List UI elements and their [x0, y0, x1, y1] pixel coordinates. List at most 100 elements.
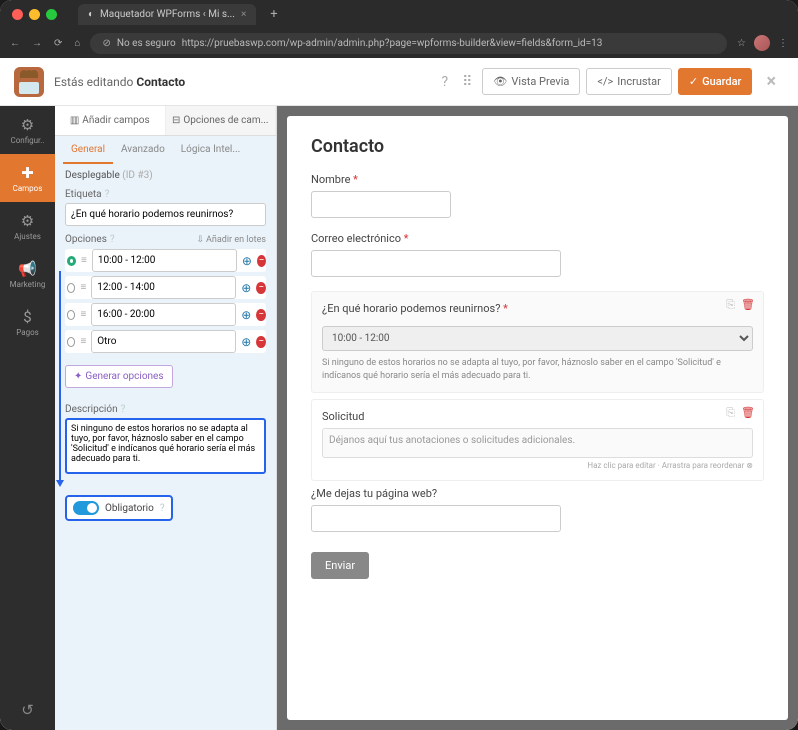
new-tab-button[interactable]: +	[270, 7, 277, 22]
delete-icon[interactable]: 🗑	[741, 298, 755, 312]
app-header: Estás editando Contacto ? ⠿ 👁Vista Previ…	[0, 58, 798, 106]
wpforms-logo[interactable]	[14, 67, 44, 97]
code-icon: </>	[597, 75, 613, 88]
form-name: Contacto	[136, 75, 185, 89]
form-title[interactable]: Contacto	[311, 136, 764, 157]
request-textarea[interactable]: Déjanos aquí tus anotaciones o solicitud…	[322, 428, 753, 458]
add-option-icon[interactable]: ⊕	[242, 254, 252, 268]
option-default-radio[interactable]	[67, 310, 75, 320]
help-icon[interactable]: ?	[105, 189, 110, 200]
subtab-advanced[interactable]: Avanzado	[113, 136, 173, 164]
tab-title: Maquetador WPForms ‹ Mi s...	[100, 9, 235, 20]
add-option-icon[interactable]: ⊕	[241, 281, 251, 295]
request-label: Solicitud	[322, 410, 753, 423]
preview-field-name[interactable]: Nombre *	[311, 173, 764, 218]
browser-tab[interactable]: ◐ Maquetador WPForms ‹ Mi s... ×	[78, 4, 256, 25]
window-close[interactable]	[12, 9, 23, 20]
option-input[interactable]	[91, 276, 236, 299]
add-option-icon[interactable]: ⊕	[241, 308, 251, 322]
security-label: No es seguro	[117, 38, 176, 49]
sidebar-item-payments[interactable]: $Pagos	[0, 298, 55, 346]
schedule-label: ¿En qué horario podemos reunirnos? *	[322, 302, 753, 315]
label-label: Etiqueta?	[65, 189, 266, 200]
label-input[interactable]	[65, 203, 266, 226]
field-options-panel: ▥Añadir campos ⊟Opciones de cam... Gener…	[55, 106, 277, 730]
drag-icon[interactable]: ≡	[81, 255, 87, 266]
drag-icon[interactable]: ≡	[80, 309, 86, 320]
schedule-select[interactable]: 10:00 - 12:00	[322, 326, 753, 351]
tab-favicon: ◐	[88, 9, 94, 20]
lock-unsafe-icon: ⊘	[102, 38, 110, 49]
duplicate-icon[interactable]: ⎘	[726, 406, 735, 420]
dismiss-icon[interactable]: ⊗	[746, 461, 753, 470]
option-default-radio[interactable]	[67, 337, 75, 347]
web-input[interactable]	[311, 505, 561, 532]
remove-option-icon[interactable]: −	[256, 336, 266, 348]
browser-menu-icon[interactable]: ⋮	[778, 38, 788, 49]
check-icon: ✓	[689, 75, 698, 88]
option-default-radio[interactable]	[67, 256, 76, 266]
remove-option-icon[interactable]: −	[256, 309, 266, 321]
drag-icon[interactable]: ≡	[80, 336, 86, 347]
option-input[interactable]	[91, 330, 236, 353]
editing-text: Estás editando Contacto	[54, 75, 185, 89]
option-default-radio[interactable]	[67, 283, 75, 293]
save-button[interactable]: ✓Guardar	[678, 68, 753, 95]
sparkle-icon: ✦	[74, 371, 82, 382]
subtab-general[interactable]: General	[63, 136, 113, 164]
nav-sidebar: ⚙Configur.. ✚Campos ⚙Ajustes 📢Marketing …	[0, 106, 55, 730]
bulk-add-button[interactable]: ⇩Añadir en lotes	[197, 235, 267, 245]
generate-options-button[interactable]: ✦Generar opciones	[65, 365, 173, 388]
email-input[interactable]	[311, 250, 561, 277]
preview-field-web[interactable]: ¿Me dejas tu página web?	[311, 487, 764, 532]
subtab-logic[interactable]: Lógica Intel...	[173, 136, 248, 164]
tab-field-options[interactable]: ⊟Opciones de cam...	[166, 106, 277, 135]
window-minimize[interactable]	[29, 9, 40, 20]
help-icon[interactable]: ?	[110, 234, 115, 245]
close-builder-icon[interactable]: ×	[758, 67, 784, 96]
drag-icon[interactable]: ≡	[80, 282, 86, 293]
delete-icon[interactable]: 🗑	[741, 406, 755, 420]
profile-avatar[interactable]	[754, 35, 770, 51]
duplicate-icon[interactable]: ⎘	[726, 298, 735, 312]
sidebar-item-fields[interactable]: ✚Campos	[0, 154, 55, 202]
bookmark-icon[interactable]: ☆	[737, 38, 746, 49]
sidebar-item-marketing[interactable]: 📢Marketing	[0, 250, 55, 298]
name-label: Nombre *	[311, 173, 764, 186]
url-input[interactable]: ⊘ No es seguro https://pruebaswp.com/wp-…	[90, 33, 727, 54]
window-zoom[interactable]	[46, 9, 57, 20]
sidebar-item-settings[interactable]: ⚙Ajustes	[0, 202, 55, 250]
option-input[interactable]	[92, 249, 237, 272]
option-row: ≡ ⊕−	[65, 303, 266, 326]
required-toggle-row[interactable]: Obligatorio ?	[65, 495, 173, 521]
grid-icon[interactable]: ⠿	[458, 70, 476, 94]
gear-icon: ⚙	[21, 116, 34, 134]
preview-field-email[interactable]: Correo electrónico *	[311, 232, 764, 277]
nav-back-icon[interactable]: ←	[10, 38, 20, 49]
history-button[interactable]: ↺	[0, 690, 55, 730]
required-toggle[interactable]	[73, 501, 99, 515]
nav-reload-icon[interactable]: ⟳	[54, 38, 62, 49]
help-icon[interactable]: ?	[160, 503, 165, 514]
remove-option-icon[interactable]: −	[256, 282, 266, 294]
nav-home-icon[interactable]: ⌂	[74, 38, 80, 49]
dollar-icon: $	[23, 308, 31, 326]
tab-close-icon[interactable]: ×	[241, 9, 246, 20]
option-input[interactable]	[91, 303, 236, 326]
description-textarea[interactable]: Si ninguno de estos horarios no se adapt…	[65, 418, 266, 474]
tab-add-fields[interactable]: ▥Añadir campos	[55, 106, 166, 135]
help-icon[interactable]: ?	[438, 70, 453, 94]
name-input[interactable]	[311, 191, 451, 218]
sidebar-item-setup[interactable]: ⚙Configur..	[0, 106, 55, 154]
submit-button[interactable]: Enviar	[311, 552, 369, 579]
add-option-icon[interactable]: ⊕	[241, 335, 251, 349]
embed-button[interactable]: </>Incrustar	[586, 68, 672, 95]
options-label: Opciones?	[65, 234, 115, 245]
nav-forward-icon[interactable]: →	[32, 38, 42, 49]
preview-field-schedule[interactable]: ⎘🗑 ¿En qué horario podemos reunirnos? * …	[311, 291, 764, 393]
preview-field-request[interactable]: ⎘ 🗑 Solicitud Déjanos aquí tus anotacione…	[311, 399, 764, 481]
help-icon[interactable]: ?	[121, 404, 126, 415]
history-icon: ↺	[21, 701, 34, 719]
preview-button[interactable]: 👁Vista Previa	[482, 68, 580, 95]
remove-option-icon[interactable]: −	[257, 255, 266, 267]
